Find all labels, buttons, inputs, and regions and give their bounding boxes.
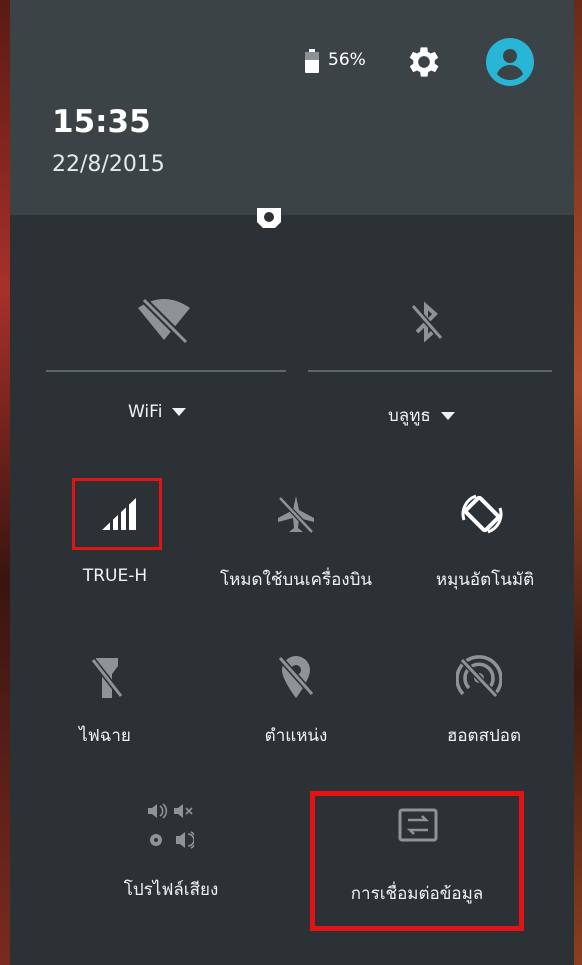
- clock-date: 22/8/2015: [52, 152, 165, 177]
- wifi-off-icon[interactable]: [136, 296, 192, 344]
- bluetooth-label: บลูทูธ: [388, 406, 431, 426]
- wifi-dropdown[interactable]: WiFi: [128, 402, 187, 422]
- signal-icon[interactable]: [100, 496, 138, 532]
- data-transfer-icon[interactable]: [398, 808, 438, 842]
- wifi-divider: [46, 370, 286, 372]
- tile-label-sound-profile[interactable]: โปรไฟล์เสียง: [96, 876, 246, 903]
- tile-label-location[interactable]: ตำแหน่ง: [246, 722, 346, 749]
- wallpaper-edge-left: [0, 0, 10, 965]
- clock-time: 15:35: [52, 104, 151, 140]
- tile-label-mobile-data[interactable]: TRUE-H: [60, 566, 170, 586]
- chevron-down-icon: [172, 408, 187, 416]
- tile-label-data-connection[interactable]: การเชื่อมต่อข้อมูล: [318, 880, 516, 907]
- wifi-label: WiFi: [128, 402, 163, 422]
- bluetooth-dropdown[interactable]: บลูทูธ: [388, 402, 455, 429]
- rotate-icon[interactable]: [458, 490, 506, 538]
- location-off-icon[interactable]: [276, 654, 316, 700]
- brightness-icon[interactable]: [249, 208, 289, 238]
- chevron-down-icon: [440, 412, 455, 420]
- tile-label-hotspot[interactable]: ฮอตสปอต: [424, 722, 544, 749]
- tile-label-flashlight[interactable]: ไฟฉาย: [60, 722, 150, 749]
- user-avatar-icon[interactable]: [486, 38, 534, 86]
- flashlight-off-icon[interactable]: [90, 656, 124, 700]
- gear-icon[interactable]: [404, 42, 444, 82]
- bluetooth-divider: [308, 370, 552, 372]
- hotspot-off-icon[interactable]: [456, 654, 502, 700]
- battery-icon: [305, 49, 319, 73]
- wallpaper-edge-right: [574, 0, 582, 965]
- sound-profile-icon[interactable]: [146, 802, 194, 852]
- tile-label-airplane[interactable]: โหมดใช้บนเครื่องบิน: [196, 566, 396, 593]
- tile-label-auto-rotate[interactable]: หมุนอัตโนมัติ: [412, 566, 558, 593]
- bluetooth-off-icon[interactable]: [410, 300, 444, 344]
- battery-percent: 56%: [328, 50, 366, 70]
- airplane-icon[interactable]: [276, 494, 316, 534]
